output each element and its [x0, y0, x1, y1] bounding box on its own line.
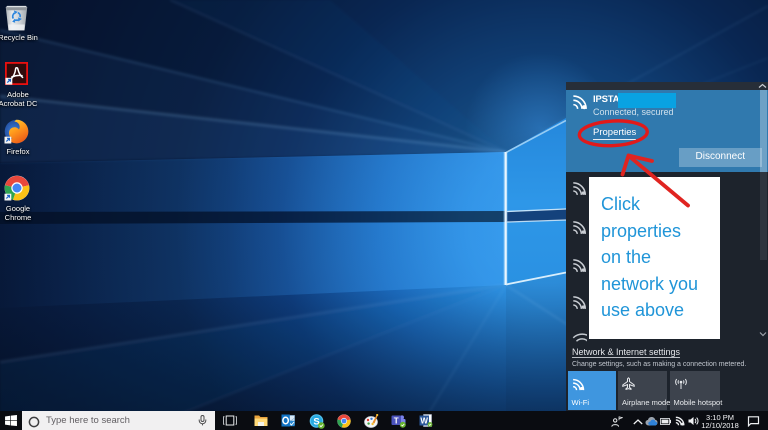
svg-text:W: W — [420, 417, 428, 426]
svg-text:T: T — [394, 416, 399, 425]
